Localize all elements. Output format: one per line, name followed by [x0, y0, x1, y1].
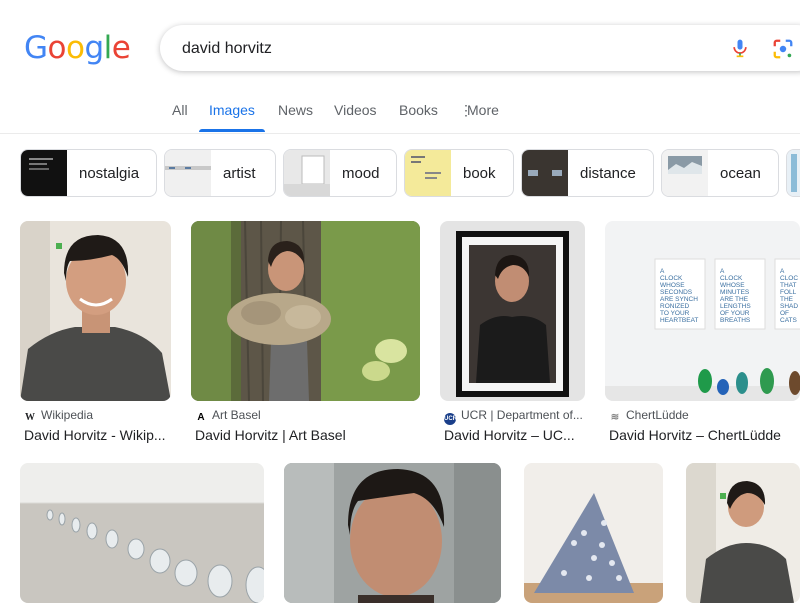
- chip-artist[interactable]: artist: [164, 149, 276, 197]
- result-image[interactable]: [20, 463, 264, 603]
- google-logo[interactable]: Google: [24, 30, 131, 66]
- chip-distance[interactable]: distance: [521, 149, 654, 197]
- result-image[interactable]: [686, 463, 800, 603]
- tab-all[interactable]: All: [172, 102, 188, 118]
- image-result[interactable]: A Art Basel David Horvitz | Art Basel: [191, 221, 420, 446]
- chip-thumbnail: [662, 150, 708, 196]
- image-result[interactable]: W Wikipedia David Horvitz - Wikip...: [20, 221, 171, 446]
- chip-label: book: [463, 165, 496, 182]
- mic-icon[interactable]: [730, 38, 750, 58]
- logo-letter: e: [111, 30, 131, 66]
- search-box[interactable]: [160, 25, 800, 73]
- active-tab-indicator: [199, 129, 265, 132]
- logo-letter: l: [103, 30, 113, 66]
- image-result[interactable]: [524, 463, 663, 603]
- result-source: A Art Basel: [195, 408, 261, 424]
- result-image[interactable]: A CLOCK WHOSE SECONDS ARE SYNCH RONIZED TO YOU…: [605, 221, 800, 401]
- result-title[interactable]: David Horvitz – ChertLüdde: [609, 427, 781, 443]
- source-label: UCR | Department of...: [461, 408, 583, 422]
- image-result[interactable]: [686, 463, 800, 603]
- result-source: UCR UCR | Department of...: [444, 408, 583, 425]
- source-label: Wikipedia: [41, 408, 94, 422]
- chip-label: nostalgia: [79, 165, 140, 182]
- chip-mood[interactable]: mood: [283, 149, 397, 197]
- google-lens-icon[interactable]: [772, 38, 794, 60]
- chip-thumbnail: [165, 150, 211, 196]
- chip-label: ocean: [720, 165, 761, 182]
- tab-more[interactable]: ⋮More: [459, 102, 499, 119]
- ucr-icon: UCR: [444, 413, 457, 425]
- tab-videos[interactable]: Videos: [334, 102, 377, 118]
- logo-letter: G: [24, 30, 48, 66]
- result-image[interactable]: [524, 463, 663, 603]
- image-result[interactable]: A CLOCK WHOSE SECONDS ARE SYNCH RONIZED TO YOU…: [605, 221, 800, 446]
- logo-letter: g: [84, 30, 104, 66]
- chip-label: distance: [580, 165, 636, 182]
- result-source: W Wikipedia: [24, 408, 93, 424]
- chip-thumbnail: [787, 150, 800, 196]
- search-input[interactable]: [180, 25, 704, 73]
- source-label: ChertLüdde: [626, 408, 689, 422]
- source-label: Art Basel: [212, 408, 261, 422]
- chip-thumbnail: [405, 150, 451, 196]
- result-image[interactable]: [440, 221, 585, 401]
- image-result[interactable]: UCR UCR | Department of... David Horvitz …: [440, 221, 585, 446]
- search-tabs: All Images News Videos Books ⋮More: [0, 96, 800, 134]
- chip-thumbnail: [284, 150, 330, 196]
- chip-ocean[interactable]: ocean: [661, 149, 779, 197]
- tab-books[interactable]: Books: [399, 102, 438, 118]
- chertludde-icon: ≋: [610, 412, 620, 423]
- chip-thumbnail: [21, 150, 67, 196]
- more-vert-icon: ⋮: [459, 102, 473, 118]
- chip-thumbnail: [522, 150, 568, 196]
- chip-label: artist: [223, 165, 256, 182]
- chip-book[interactable]: book: [404, 149, 514, 197]
- art-basel-icon: A: [197, 412, 205, 423]
- result-title[interactable]: David Horvitz | Art Basel: [195, 427, 346, 443]
- chip-partial[interactable]: [786, 149, 800, 197]
- image-result[interactable]: [20, 463, 264, 603]
- result-image[interactable]: [191, 221, 420, 401]
- tab-news[interactable]: News: [278, 102, 313, 118]
- tab-more-label: More: [467, 102, 499, 118]
- result-image[interactable]: [20, 221, 171, 401]
- result-title[interactable]: David Horvitz – UC...: [444, 427, 575, 443]
- refinement-chips: nostalgia artist mood book distance ocea…: [20, 149, 800, 197]
- image-result[interactable]: [284, 463, 501, 603]
- logo-letter: o: [66, 30, 85, 66]
- result-source: ≋ ChertLüdde: [609, 408, 689, 424]
- chip-nostalgia[interactable]: nostalgia: [20, 149, 157, 197]
- result-image[interactable]: [284, 463, 501, 603]
- chip-label: mood: [342, 165, 380, 182]
- wikipedia-icon: W: [25, 412, 35, 423]
- tab-images[interactable]: Images: [209, 102, 255, 118]
- logo-letter: o: [47, 30, 67, 66]
- result-title[interactable]: David Horvitz - Wikip...: [24, 427, 166, 443]
